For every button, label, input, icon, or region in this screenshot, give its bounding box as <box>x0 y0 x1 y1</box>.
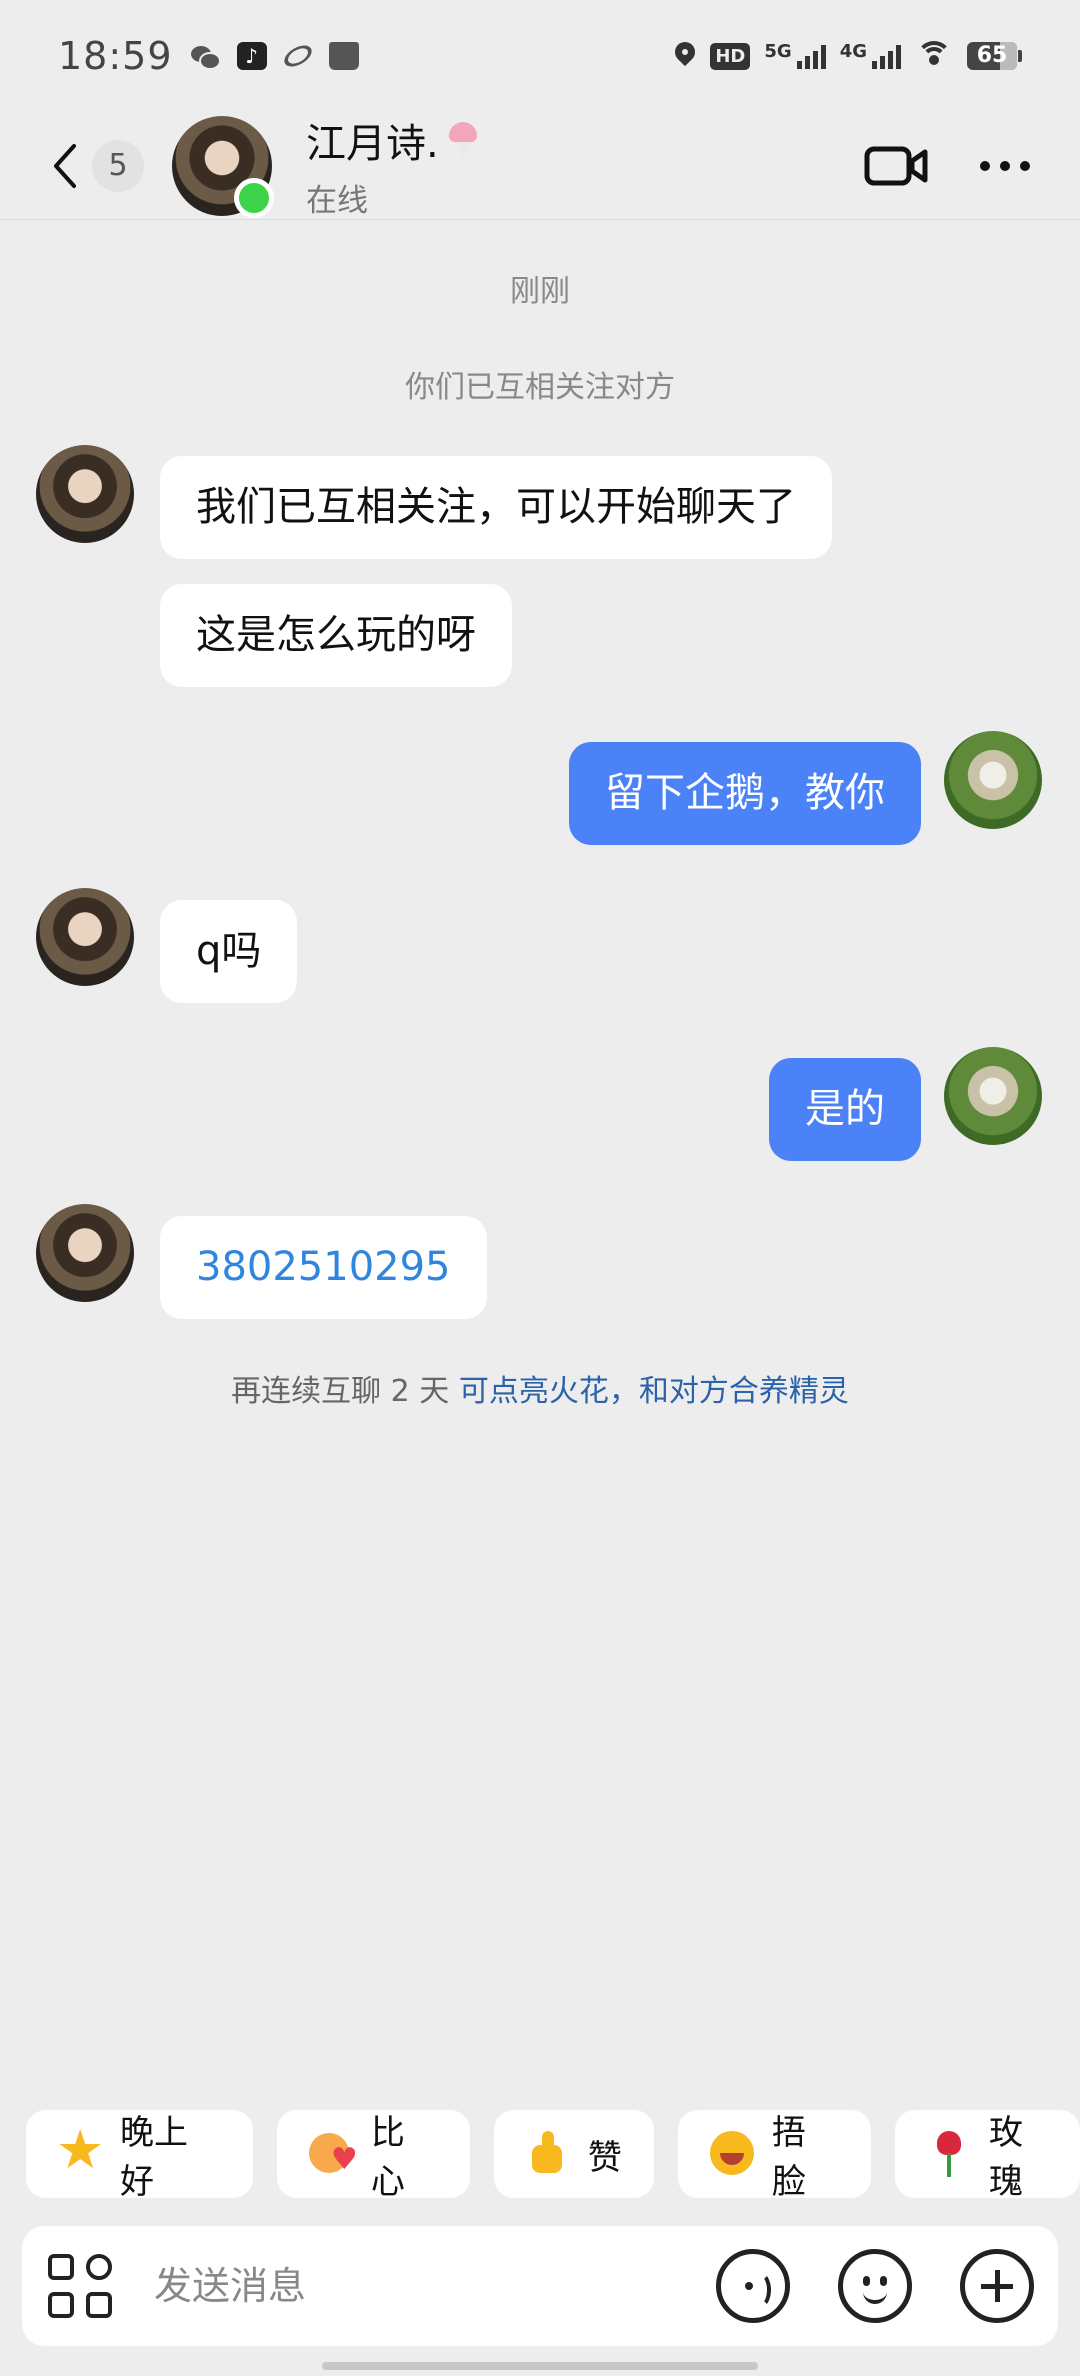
thumbs-up-icon <box>524 2129 574 2179</box>
quick-reply-good-evening[interactable]: 晚上好 <box>26 2110 253 2202</box>
streak-tip-link[interactable]: 可点亮火花，和对方合养精灵 <box>459 1374 849 1409</box>
quick-reply-like[interactable]: 赞 <box>493 2110 654 2198</box>
add-attachment-button[interactable] <box>960 2249 1034 2323</box>
quick-reply-facepalm[interactable]: 捂脸 <box>677 2110 871 2202</box>
contact-message-avatar[interactable] <box>36 1204 134 1302</box>
voice-message-button[interactable] <box>716 2249 790 2323</box>
emoji-button[interactable] <box>838 2249 912 2323</box>
back-button[interactable] <box>50 136 86 196</box>
video-camera-icon <box>864 146 928 185</box>
location-icon <box>674 42 696 70</box>
status-app-icons: ♪ <box>190 41 359 71</box>
home-indicator[interactable] <box>322 2362 758 2370</box>
incoming-message-bubble[interactable]: 这是怎么玩的呀 <box>160 584 512 687</box>
contact-message-avatar[interactable] <box>36 888 134 986</box>
video-call-button[interactable] <box>864 144 928 188</box>
book-app-icon <box>328 42 359 70</box>
quick-reply-label: 玫瑰 <box>988 2113 1023 2202</box>
contact-message-avatar[interactable] <box>36 445 134 543</box>
chat-header: 5 江月诗. 在线 <box>0 112 1080 220</box>
status-time: 18:59 <box>58 34 173 78</box>
star-icon <box>56 2123 106 2179</box>
message-input-bar <box>22 2226 1058 2346</box>
quick-reply-label: 比心 <box>370 2113 405 2202</box>
incoming-message-bubble[interactable]: 我们已互相关注，可以开始聊天了 <box>160 456 832 559</box>
header-actions <box>864 144 1080 188</box>
quick-reply-label: 晚上好 <box>120 2113 188 2202</box>
contact-name: 江月诗. <box>306 121 439 167</box>
contact-status: 在线 <box>306 183 368 219</box>
rose-icon <box>925 2129 975 2179</box>
mutual-follow-notice: 你们已互相关注对方 <box>405 370 675 405</box>
streak-tip-text: 再连续互聊 2 天 <box>231 1374 459 1409</box>
input-actions <box>716 2249 1034 2323</box>
quick-reply-bar: 晚上好 比心 赞 捂脸 玫瑰 <box>26 2110 1080 2202</box>
battery-icon: 65 <box>967 42 1022 70</box>
message-input[interactable] <box>154 2264 674 2308</box>
heart-hands-icon <box>307 2129 358 2179</box>
outgoing-message-bubble[interactable]: 是的 <box>769 1058 921 1161</box>
quick-reply-label: 捂脸 <box>771 2113 806 2202</box>
quick-reply-label: 赞 <box>587 2137 622 2178</box>
signal-5g-icon: 5G <box>764 43 826 69</box>
quick-reply-heart[interactable]: 比心 <box>276 2110 470 2202</box>
status-indicators: HD 5G 4G 65 <box>674 41 1022 71</box>
swirl-app-icon <box>280 41 315 71</box>
unread-count-badge[interactable]: 5 <box>92 139 144 192</box>
battery-level: 65 <box>976 43 1008 68</box>
incoming-phone-number-bubble[interactable]: 3802510295 <box>160 1216 487 1319</box>
contact-avatar[interactable] <box>172 115 274 218</box>
online-status-dot <box>234 177 274 218</box>
signal-4g-icon: 4G <box>840 43 901 69</box>
outgoing-message-bubble[interactable]: 留下企鹅，教你 <box>569 742 921 845</box>
message-time-label: 刚刚 <box>510 274 570 309</box>
laugh-cover-face-icon <box>708 2129 758 2179</box>
tiktok-icon: ♪ <box>236 42 267 70</box>
wifi-icon <box>915 41 953 71</box>
wechat-icon <box>190 42 221 70</box>
hd-badge: HD <box>710 42 751 70</box>
my-message-avatar[interactable] <box>944 1047 1042 1145</box>
apps-grid-button[interactable] <box>48 2254 112 2318</box>
incoming-message-bubble[interactable]: q吗 <box>160 900 298 1003</box>
status-bar: 18:59 ♪ HD 5G 4G 65 <box>0 0 1080 112</box>
shaved-ice-emoji-icon <box>443 120 483 160</box>
chat-streak-tip: 再连续互聊 2 天 可点亮火花，和对方合养精灵 <box>0 1366 1080 1410</box>
my-message-avatar[interactable] <box>944 731 1042 829</box>
contact-info[interactable]: 江月诗. 在线 <box>306 111 483 220</box>
contact-name-row: 江月诗. <box>306 111 483 169</box>
quick-reply-rose[interactable]: 玫瑰 <box>894 2110 1080 2202</box>
chevron-left-icon <box>54 143 76 188</box>
more-options-button[interactable] <box>980 160 1030 171</box>
